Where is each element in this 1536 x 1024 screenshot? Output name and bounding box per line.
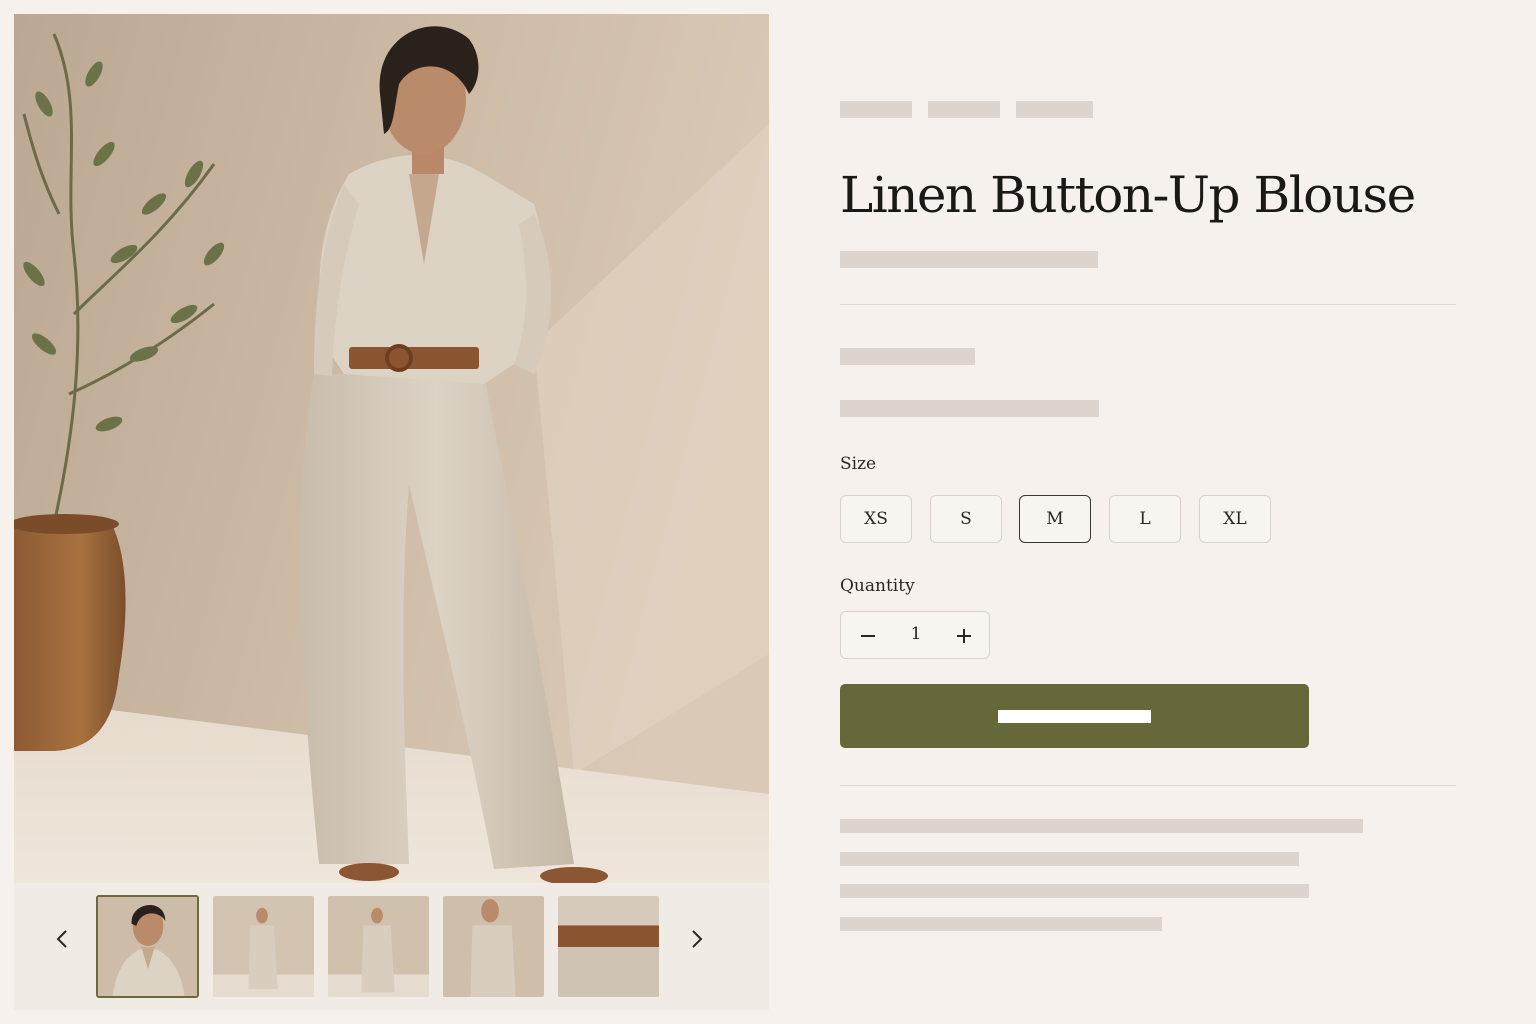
thumbnail-image — [558, 896, 659, 997]
description-line — [840, 917, 1162, 931]
thumbnail-3[interactable] — [327, 895, 430, 998]
thumbnail-1[interactable] — [96, 895, 199, 998]
thumbnail-4[interactable] — [442, 895, 545, 998]
add-to-cart-button[interactable] — [840, 684, 1309, 748]
quantity-decrement-button[interactable] — [856, 624, 880, 648]
quantity-label: Quantity — [840, 576, 915, 596]
size-option-l[interactable]: L — [1109, 495, 1181, 543]
quantity-value[interactable]: 1 — [901, 624, 931, 644]
divider — [840, 785, 1456, 786]
thumbnail-5[interactable] — [557, 895, 660, 998]
breadcrumb-item[interactable] — [1016, 101, 1093, 118]
plus-icon — [957, 629, 971, 643]
breadcrumb-item[interactable] — [928, 101, 1000, 118]
product-main-image — [14, 14, 769, 883]
thumbnail-image — [443, 896, 544, 997]
thumbnail-image — [98, 897, 197, 996]
size-label: Size — [840, 454, 877, 474]
description-line — [840, 884, 1309, 898]
chevron-right-icon — [692, 930, 703, 948]
thumbnail-gallery — [14, 883, 769, 1010]
size-option-s[interactable]: S — [930, 495, 1002, 543]
quantity-stepper: 1 — [840, 611, 990, 659]
chevron-left-icon — [56, 930, 67, 948]
quantity-increment-button[interactable] — [952, 624, 976, 648]
thumbnail-image — [213, 896, 314, 997]
gallery-prev-button[interactable] — [51, 927, 75, 951]
divider — [840, 304, 1456, 305]
gallery-next-button[interactable] — [684, 927, 708, 951]
button-label-placeholder — [998, 710, 1151, 723]
thumbnail-image — [328, 896, 429, 997]
description-line — [840, 819, 1363, 833]
thumbnail-2[interactable] — [212, 895, 315, 998]
size-option-xs[interactable]: XS — [840, 495, 912, 543]
rating-placeholder — [840, 400, 1099, 417]
size-option-xl[interactable]: XL — [1199, 495, 1271, 543]
price-placeholder — [840, 348, 975, 365]
size-option-m[interactable]: M — [1019, 495, 1091, 543]
description-line — [840, 852, 1299, 866]
product-subtitle-placeholder — [840, 251, 1098, 268]
product-title: Linen Button-Up Blouse — [840, 166, 1416, 224]
breadcrumb-item[interactable] — [840, 101, 912, 118]
minus-icon — [861, 635, 875, 637]
